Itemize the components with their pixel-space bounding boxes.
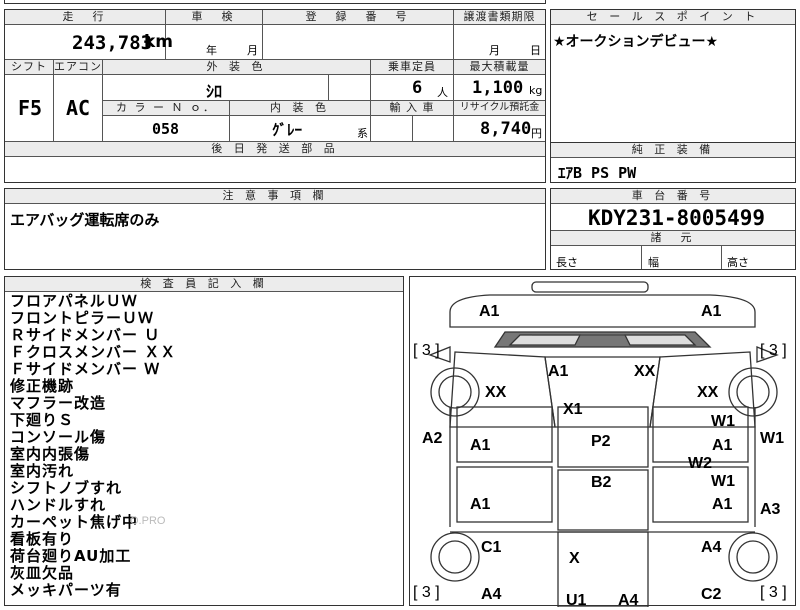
ac-header: エアコン [54, 60, 102, 74]
mark-front-right-wheel: XX [697, 384, 719, 401]
chassis-header: 車 台 番 号 [551, 189, 795, 203]
mileage-header: 走 行 [5, 10, 165, 24]
mark-bed-x: X [569, 550, 580, 567]
transfer-day: 日 [530, 44, 541, 57]
inspector-line: 室内汚れ [10, 462, 75, 480]
inspector-line: 看板有り [10, 530, 75, 548]
notes-text: エアバッグ運転席のみ [10, 211, 160, 229]
payload-unit: kg [529, 84, 543, 97]
interior-suffix: 系 [357, 127, 368, 140]
capacity-value: 6 [412, 78, 423, 98]
inspection-month: 月 [247, 44, 258, 57]
mark-bottom-right-bracket: [ 3 ] [760, 584, 787, 601]
colorno-header: カ ラ ー Ｎ ｏ． [103, 101, 229, 115]
mark-bottom-mid2: A4 [618, 592, 639, 609]
sales-point-text: ★オークションデビュー★ [553, 34, 719, 50]
length-label: 長さ [556, 256, 578, 269]
capacity-unit: 人 [437, 86, 448, 99]
payload-value: 1,100 [472, 78, 524, 98]
inspector-line: フロントピラーＵＷ [10, 309, 155, 327]
mark-left-bracket: [ 3 ] [413, 342, 440, 359]
exterior-header: 外 装 色 [103, 60, 370, 74]
inspector-line: 下廻りＳ [10, 411, 75, 429]
sales-point-header: セ ー ル ス ポ イ ン ト [551, 10, 795, 24]
inspector-line: 灰皿欠品 [10, 564, 75, 582]
mark-windshield: X1 [563, 401, 583, 418]
mark-front-left-top: A1 [479, 303, 500, 320]
height-label: 高さ [727, 256, 749, 269]
interior-header: 内 装 色 [230, 101, 370, 115]
mark-front-right-top: A1 [701, 303, 722, 320]
interior-value: ｸﾞﾚｰ [272, 121, 303, 139]
inspector-line: Ｒサイドメンバー Ｕ [10, 326, 161, 344]
recycle-unit: 円 [531, 127, 542, 140]
inspection-header: 車 検 [166, 10, 262, 24]
mileage-value: 243,783 [72, 32, 153, 54]
mark-bed: B2 [591, 474, 612, 491]
width-label: 幅 [648, 256, 659, 269]
recycle-header: リサイクル預託金 [454, 101, 545, 115]
watermark: O.PRO [130, 515, 166, 527]
registration-header: 登 録 番 号 [263, 10, 453, 24]
inspector-line: メッキパーツ有 [10, 581, 122, 599]
exterior-value: ｼﾛ [206, 82, 223, 101]
mark-hood-right: XX [634, 363, 656, 380]
transfer-month: 月 [489, 44, 500, 57]
mark-right-bracket: [ 3 ] [760, 342, 787, 359]
inspector-line: Ｆクロスメンバー ＸＸ [10, 343, 177, 361]
mark-bottom-left-bracket: [ 3 ] [413, 584, 440, 601]
inspector-line: 室内内張傷 [10, 445, 91, 463]
recycle-value: 8,740 [480, 119, 532, 139]
mark-right-side-mid: W2 [688, 455, 712, 472]
shift-value: F5 [18, 96, 43, 120]
mark-right-fender-top: W1 [711, 413, 735, 430]
inspector-line: コンソール傷 [10, 428, 107, 446]
payload-header: 最大積載量 [454, 60, 545, 74]
mark-right-rear: A3 [760, 501, 781, 518]
mark-left-fender: A2 [422, 430, 443, 447]
top-partial-row [4, 0, 546, 4]
chassis-value: KDY231-8005499 [588, 206, 766, 230]
inspector-line: シフトノブすれ [10, 479, 123, 497]
inspector-header: 検 査 員 記 入 欄 [5, 277, 403, 291]
equipment-value: ｴｱB PS PW [558, 164, 637, 182]
equipment-header: 純 正 装 備 [551, 143, 795, 157]
notes-header: 注 意 事 項 欄 [5, 189, 545, 203]
ac-value: AC [66, 96, 91, 120]
dims-header: 諸 元 [551, 231, 795, 245]
mark-bottom-right: C2 [701, 586, 722, 603]
mark-right-rear-wheel: A4 [701, 539, 722, 556]
mark-left-rear-wheel: C1 [481, 539, 502, 556]
inspector-line: ハンドルすれ [10, 496, 107, 514]
mileage-unit: km [144, 32, 174, 52]
inspection-year: 年 [206, 44, 217, 57]
capacity-header: 乗車定員 [371, 60, 453, 74]
colorno-value: 058 [152, 120, 180, 138]
mark-left-door-front: A1 [470, 437, 491, 454]
shift-header: シフト [5, 60, 53, 74]
import-header: 輸 入 車 [371, 101, 453, 115]
mark-bottom-mid1: U1 [566, 592, 587, 609]
inspector-line: Ｆサイドメンバー Ｗ [10, 360, 161, 378]
mark-left-door-rear: A1 [470, 496, 491, 513]
sales-point-box [550, 9, 796, 143]
mark-roof: P2 [591, 433, 611, 450]
inspector-line: マフラー改造 [10, 394, 107, 412]
inspector-lines: フロアパネルＵＷ フロントピラーＵＷ Ｒサイドメンバー Ｕ Ｆクロスメンバー ＸＸ Ｆサ… [10, 293, 176, 599]
inspector-line: フロアパネルＵＷ [10, 292, 138, 310]
later-parts-header: 後 日 発 送 部 品 [5, 142, 545, 156]
mark-right-fender-side: W1 [760, 430, 784, 447]
mark-front-left-wheel: XX [485, 384, 507, 401]
inspector-line: 修正機跡 [10, 377, 75, 395]
mark-bottom-left: A4 [481, 586, 502, 603]
transfer-header: 譲渡書類期限 [454, 10, 545, 24]
mark-right-door-rear: A1 [712, 496, 733, 513]
mark-hood-left: A1 [548, 363, 569, 380]
mark-right-door-front: A1 [712, 437, 733, 454]
inspector-line: 荷台廻りAU加工 [10, 547, 132, 565]
mark-right-door-rear-top: W1 [711, 473, 735, 490]
